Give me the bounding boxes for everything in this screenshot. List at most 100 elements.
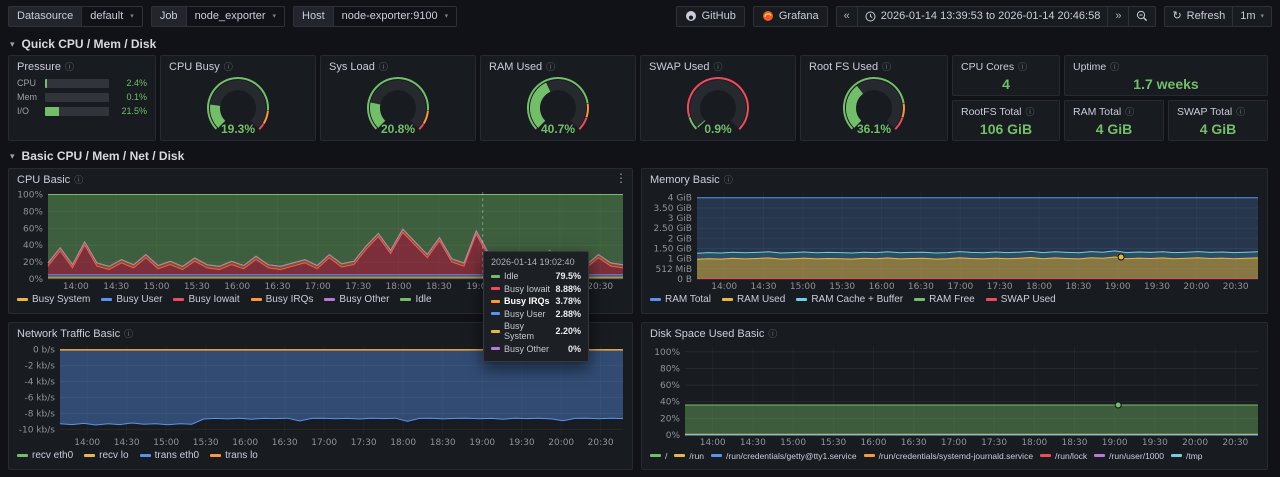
time-range-picker[interactable]: 2026-01-14 13:39:53 to 2026-01-14 20:46:…: [858, 6, 1109, 27]
info-icon[interactable]: ⓘ: [1125, 105, 1134, 118]
section-basic-cpu-mem-net-disk[interactable]: ▾ Basic CPU / Mem / Net / Disk: [10, 149, 184, 163]
panel-pressure: Pressureⓘ CPU 2.4% Mem 0.1% I/O 21.5%: [8, 55, 156, 141]
memory-basic-chart[interactable]: 0 B512 MiB1 GiB1.50 GiB2 GiB2.50 GiB3 Gi…: [647, 188, 1262, 292]
variable-datasource: Datasource default ▾: [8, 6, 143, 27]
info-icon[interactable]: ⓘ: [379, 60, 388, 73]
legend-item[interactable]: trans lo: [210, 450, 258, 461]
svg-text:14:30: 14:30: [740, 438, 766, 448]
legend-item[interactable]: /: [650, 451, 667, 461]
time-shift-back-button[interactable]: «: [836, 6, 858, 27]
info-icon[interactable]: ⓘ: [224, 60, 233, 73]
bar-gauge: [45, 107, 109, 116]
info-icon[interactable]: ⓘ: [74, 173, 83, 186]
legend-item[interactable]: Busy User: [101, 294, 162, 305]
legend-item[interactable]: RAM Free: [914, 294, 975, 305]
svg-text:1 GiB: 1 GiB: [668, 255, 692, 265]
panel-cpu-busy: CPU Busyⓘ 19.3%: [160, 55, 316, 141]
svg-text:20:30: 20:30: [1223, 282, 1249, 292]
gauge-value: 0.9%: [641, 122, 795, 136]
time-shift-forward-button[interactable]: »: [1108, 6, 1129, 27]
panel-ram-used: RAM Usedⓘ 40.7%: [480, 55, 636, 141]
legend-item[interactable]: /run: [674, 451, 704, 461]
stat-value: 4: [953, 76, 1059, 92]
legend-item[interactable]: RAM Used: [722, 294, 785, 305]
panel-title: CPU Basic: [17, 174, 70, 186]
stat-value: 1.7 weeks: [1065, 76, 1267, 92]
info-icon[interactable]: ⓘ: [882, 60, 891, 73]
svg-text:15:30: 15:30: [829, 282, 855, 292]
github-button[interactable]: GitHub: [676, 6, 745, 27]
time-range-text: 2026-01-14 13:39:53 to 2026-01-14 20:46:…: [881, 10, 1101, 23]
stat-value: 4 GiB: [1169, 121, 1267, 137]
legend-item[interactable]: Busy Other: [324, 294, 389, 305]
legend-item[interactable]: /tmp: [1171, 451, 1203, 461]
svg-text:18:30: 18:30: [426, 282, 452, 292]
gauge-value: 19.3%: [161, 122, 315, 136]
svg-text:20:30: 20:30: [588, 438, 614, 448]
legend-item[interactable]: recv lo: [84, 450, 128, 461]
info-icon[interactable]: ⓘ: [1236, 105, 1245, 118]
info-icon[interactable]: ⓘ: [65, 60, 74, 73]
svg-text:80%: 80%: [660, 365, 680, 375]
stat-value: 106 GiB: [953, 121, 1059, 137]
svg-text:19:00: 19:00: [1105, 282, 1131, 292]
grafana-button[interactable]: Grafana: [753, 6, 828, 27]
legend-item[interactable]: Busy Iowait: [173, 294, 239, 305]
svg-text:100%: 100%: [654, 348, 680, 358]
legend-item[interactable]: /run/user/1000: [1094, 451, 1164, 461]
legend-item[interactable]: /run/credentials/systemd-journald.servic…: [864, 451, 1033, 461]
legend-item[interactable]: Busy System: [17, 294, 90, 305]
svg-text:-10 kb/s: -10 kb/s: [19, 425, 56, 435]
refresh-button[interactable]: ↻ Refresh: [1164, 6, 1233, 27]
svg-text:17:00: 17:00: [947, 282, 973, 292]
svg-text:16:00: 16:00: [232, 438, 258, 448]
svg-text:60%: 60%: [660, 381, 680, 391]
panel-title: CPU Cores: [961, 61, 1014, 73]
legend-item[interactable]: recv eth0: [17, 450, 73, 461]
info-icon[interactable]: ⓘ: [124, 327, 133, 340]
panel-menu-icon[interactable]: ⋮: [615, 172, 627, 184]
zoom-out-button[interactable]: [1129, 6, 1156, 27]
disk-space-chart[interactable]: 0%20%40%60%80%100%14:0014:3015:0015:3016…: [647, 342, 1262, 448]
panel-swap-total: SWAP Total ⓘ 4 GiB: [1168, 100, 1268, 141]
svg-text:15:30: 15:30: [193, 438, 219, 448]
svg-text:2.50 GiB: 2.50 GiB: [653, 224, 692, 234]
legend-item[interactable]: SWAP Used: [986, 294, 1056, 305]
legend-item[interactable]: /run/lock: [1040, 451, 1087, 461]
bar-gauge: [45, 93, 109, 102]
refresh-interval-select[interactable]: 1m ▾: [1233, 6, 1272, 27]
tooltip-timestamp: 2026-01-14 19:02:40: [491, 257, 581, 267]
datasource-select[interactable]: default ▾: [81, 6, 143, 27]
info-icon[interactable]: ⓘ: [768, 327, 777, 340]
legend-item[interactable]: trans eth0: [140, 450, 199, 461]
legend-item[interactable]: Idle: [400, 294, 431, 305]
legend-item[interactable]: /run/credentials/getty@tty1.service: [711, 451, 857, 461]
svg-text:17:00: 17:00: [305, 282, 331, 292]
svg-text:17:30: 17:30: [351, 438, 377, 448]
tooltip-row: Busy System2.20%: [491, 321, 581, 341]
svg-text:18:30: 18:30: [1062, 438, 1088, 448]
svg-text:60%: 60%: [23, 224, 43, 234]
legend-item[interactable]: RAM Cache + Buffer: [796, 294, 903, 305]
info-icon[interactable]: ⓘ: [546, 60, 555, 73]
info-icon[interactable]: ⓘ: [724, 173, 733, 186]
section-quick-cpu-mem-disk[interactable]: ▾ Quick CPU / Mem / Disk: [10, 37, 156, 51]
svg-text:16:30: 16:30: [901, 438, 927, 448]
legend-item[interactable]: RAM Total: [650, 294, 711, 305]
variable-job: Job node_exporter ▾: [151, 6, 285, 27]
info-icon[interactable]: ⓘ: [1018, 60, 1027, 73]
legend-item[interactable]: Busy IRQs: [251, 294, 314, 305]
info-icon[interactable]: ⓘ: [1026, 105, 1035, 118]
job-select[interactable]: node_exporter ▾: [186, 6, 285, 27]
info-icon[interactable]: ⓘ: [714, 60, 723, 73]
disk-space-legend: / /run/run/credentials/getty@tty1.service…: [642, 448, 1267, 463]
panel-title: SWAP Total: [1177, 106, 1232, 118]
svg-text:-4 kb/s: -4 kb/s: [25, 378, 56, 388]
svg-text:14:30: 14:30: [103, 282, 129, 292]
pressure-row-io: I/O 21.5%: [9, 102, 155, 116]
host-select[interactable]: node-exporter:9100 ▾: [333, 6, 458, 27]
svg-text:20%: 20%: [23, 258, 43, 268]
info-icon[interactable]: ⓘ: [1110, 60, 1119, 73]
svg-text:4 GiB: 4 GiB: [668, 194, 692, 204]
svg-text:17:00: 17:00: [311, 438, 337, 448]
